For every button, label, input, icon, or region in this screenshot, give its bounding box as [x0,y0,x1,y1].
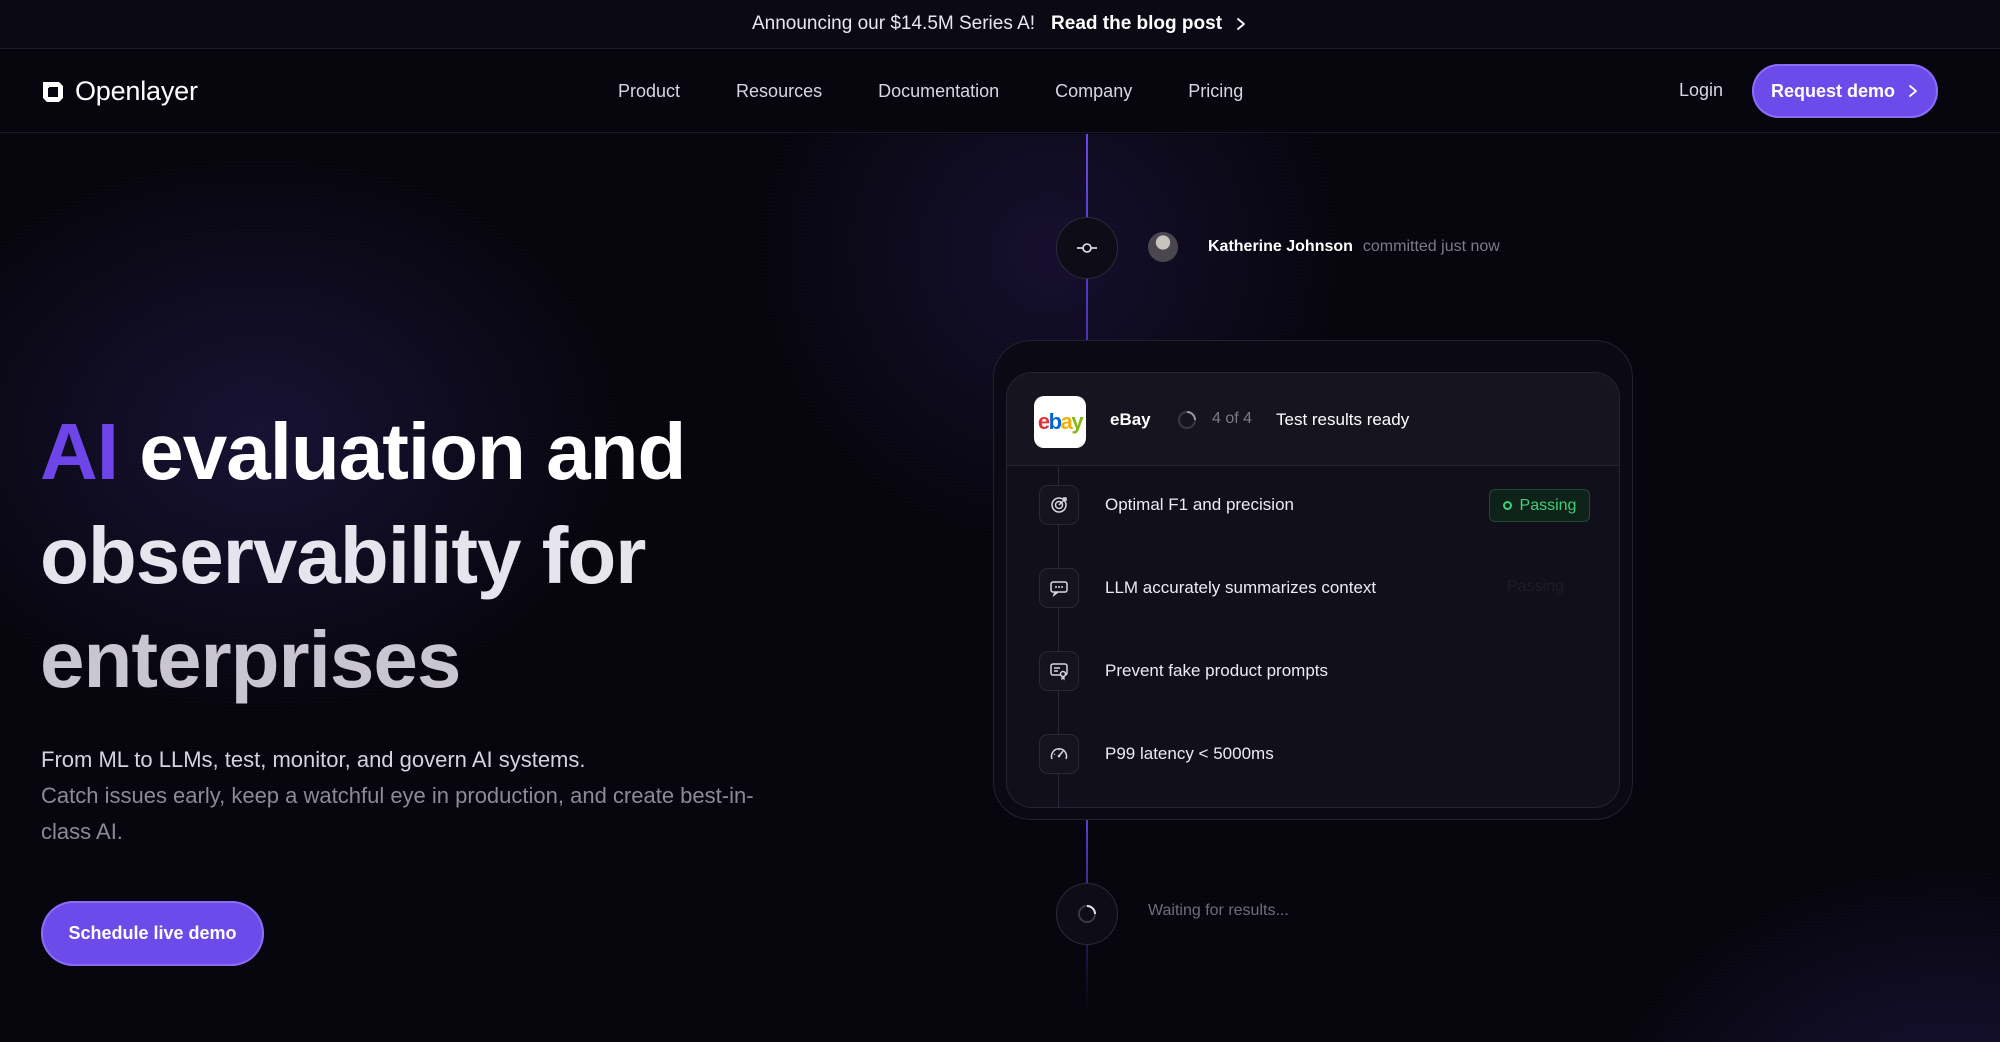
nav-links: Product Resources Documentation Company … [618,50,1243,133]
request-demo-label: Request demo [1770,80,1896,101]
nav-pricing[interactable]: Pricing [1188,81,1243,102]
announcement-bar: Announcing our $14.5M Series A! Read the… [0,0,2000,49]
progress-count: 4 of 4 [1212,410,1253,427]
avatar [1148,232,1178,262]
brand-logo[interactable]: Openlayer [41,76,198,107]
test-label: Prevent fake product prompts [1105,661,1329,680]
headline-line-2: observability for [40,511,646,600]
chat-bubble-icon [1039,568,1079,608]
headline-line-1: evaluation and [118,407,686,496]
nav-documentation[interactable]: Documentation [878,81,999,102]
spinner-icon [1078,905,1096,923]
test-row[interactable]: Optimal F1 and precision Passing [1007,467,1619,550]
status-badge-label: Passing [1519,496,1577,514]
nav-company[interactable]: Company [1055,81,1132,102]
nav-product[interactable]: Product [618,81,680,102]
commit-time: committed just now [1362,238,1500,255]
chevron-right-icon [1909,85,1917,97]
nav-resources[interactable]: Resources [736,81,822,102]
blog-post-link[interactable]: Read the blog post [1051,13,1248,35]
test-list: Optimal F1 and precision Passing LLM acc… [1007,467,1619,807]
test-row[interactable]: LLM accurately summarizes context Passin… [1007,550,1619,633]
test-row[interactable]: P99 latency < 5000ms [1007,716,1619,799]
hero-headline: AI evaluation and observability for ente… [40,400,800,712]
waiting-node [1056,883,1118,945]
headline-accent: AI [40,407,119,496]
certificate-icon [1039,651,1079,691]
faded-status-badge: Passing [1507,578,1564,595]
test-label: LLM accurately summarizes context [1105,578,1377,597]
headline-line-3: enterprises [40,615,461,704]
waiting-status: Waiting for results... [1148,902,1289,919]
subtitle-line-1: From ML to LLMs, test, monitor, and gove… [41,747,586,772]
results-card: ebay eBay 4 of 4 Test results ready Opti… [1006,372,1620,808]
hero-subtitle: From ML to LLMs, test, monitor, and gove… [41,742,761,850]
subtitle-line-2: Catch issues early, keep a watchful eye … [41,783,754,844]
commit-row: Katherine Johnson committed just now [1148,232,1500,262]
card-header: ebay eBay 4 of 4 Test results ready [1007,373,1619,466]
chevron-right-icon [1237,18,1245,30]
target-icon [1039,485,1079,525]
commit-author: Katherine Johnson [1208,238,1353,255]
login-link[interactable]: Login [1679,80,1723,101]
brand-name: Openlayer [75,76,198,106]
status-badge: Passing [1489,489,1590,522]
test-label: P99 latency < 5000ms [1105,744,1274,763]
results-status: Test results ready [1276,410,1410,429]
request-demo-button[interactable]: Request demo [1752,64,1938,118]
commit-node [1056,217,1118,279]
status-dot-icon [1502,501,1512,510]
git-commit-icon [1077,243,1097,253]
openlayer-logo-icon [43,81,63,102]
speedometer-icon [1039,734,1079,774]
test-row[interactable]: Prevent fake product prompts [1007,633,1619,716]
spinner-icon [1178,411,1196,429]
test-label: Optimal F1 and precision [1105,495,1294,514]
ebay-logo: ebay [1034,396,1086,448]
org-name: eBay [1110,410,1151,429]
announcement-message: Announcing our $14.5M Series A! [751,13,1036,34]
blog-post-link-label: Read the blog post [1051,13,1223,34]
top-navigation: Openlayer Product Resources Documentatio… [0,50,2000,133]
schedule-demo-button[interactable]: Schedule live demo [41,901,264,966]
